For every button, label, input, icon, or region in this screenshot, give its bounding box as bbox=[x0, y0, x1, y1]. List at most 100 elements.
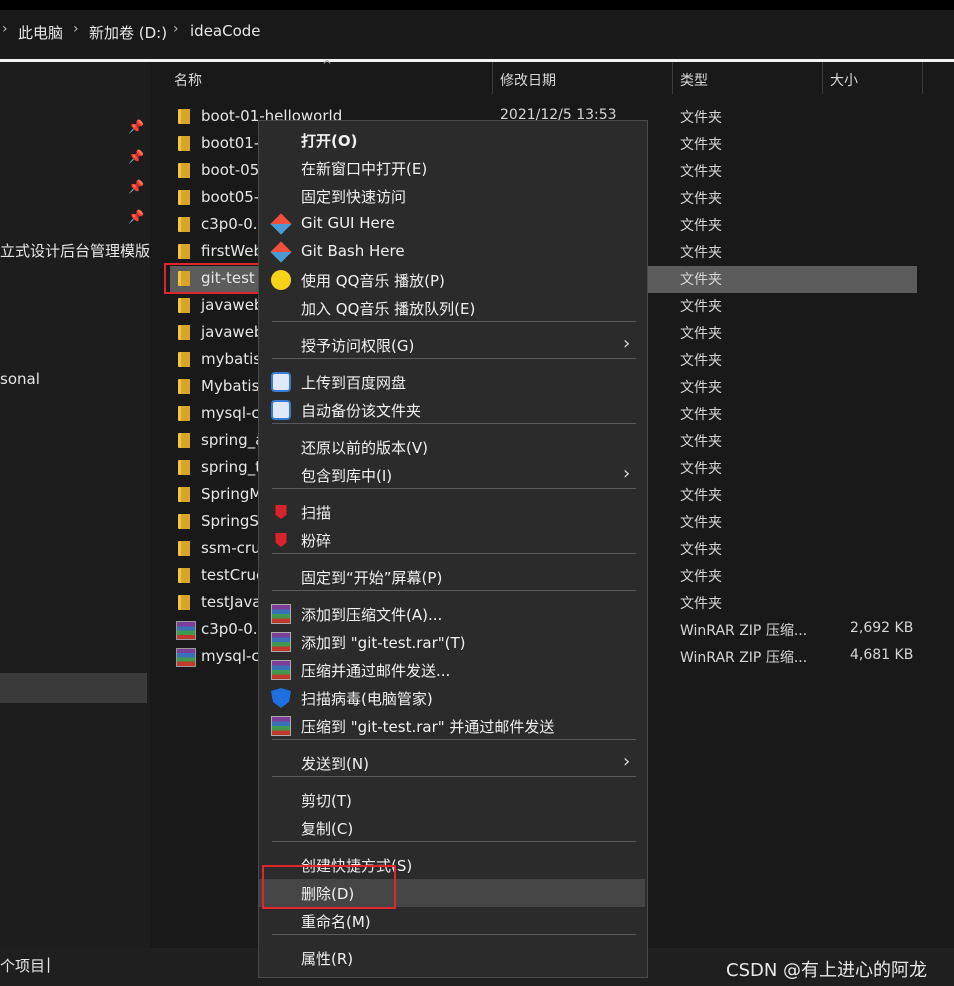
context-menu-item[interactable]: Git GUI Here bbox=[259, 210, 647, 238]
context-menu-item[interactable]: 包含到库中(I) › bbox=[259, 461, 647, 489]
context-menu-item[interactable]: 自动备份该文件夹 bbox=[259, 396, 647, 424]
column-divider[interactable] bbox=[822, 62, 823, 94]
context-menu-item[interactable]: 添加到 "git-test.rar"(T) bbox=[259, 628, 647, 656]
nav-item-selected[interactable] bbox=[0, 673, 147, 703]
column-divider[interactable] bbox=[672, 62, 673, 94]
context-menu-label: 发送到(N) bbox=[301, 755, 369, 773]
context-menu-item[interactable]: 重命名(M) bbox=[259, 907, 647, 935]
file-name[interactable]: testJava bbox=[201, 593, 262, 611]
file-name[interactable]: javaweb bbox=[201, 323, 263, 341]
folder-icon bbox=[178, 406, 190, 421]
column-header-size[interactable]: 大小 bbox=[830, 70, 858, 90]
file-name[interactable]: mysql-c bbox=[201, 404, 260, 422]
context-menu-item[interactable]: 上传到百度网盘 bbox=[259, 368, 647, 396]
context-menu-item[interactable]: 剪切(T) bbox=[259, 786, 647, 814]
pin-icon[interactable]: 📌 bbox=[128, 210, 144, 225]
context-menu-label: 添加到压缩文件(A)... bbox=[301, 606, 443, 624]
baidu-netdisk-icon bbox=[271, 400, 291, 420]
file-name[interactable]: SpringM bbox=[201, 485, 262, 503]
file-type: 文件夹 bbox=[680, 245, 722, 261]
pin-icon[interactable]: 📌 bbox=[128, 150, 144, 165]
context-menu-label: 粉碎 bbox=[301, 532, 332, 550]
file-type: 文件夹 bbox=[680, 191, 722, 207]
context-menu-label: 压缩并通过邮件发送... bbox=[301, 662, 451, 680]
context-menu-item[interactable]: 还原以前的版本(V) bbox=[259, 433, 647, 461]
column-header-type[interactable]: 类型 bbox=[680, 70, 708, 90]
folder-icon bbox=[178, 136, 190, 151]
context-menu-item[interactable]: 授予访问权限(G) › bbox=[259, 331, 647, 359]
breadcrumb-drive[interactable]: 新加卷 (D:) bbox=[89, 22, 167, 43]
file-name[interactable]: javaweb bbox=[201, 296, 263, 314]
navigation-pane[interactable]: 📌 📌 📌 📌 立式设计后台管理模版 sonal bbox=[0, 62, 150, 948]
sort-ascending-icon: ^ bbox=[322, 58, 333, 72]
context-menu-item[interactable]: 扫描 bbox=[259, 498, 647, 526]
context-menu-item[interactable]: 压缩并通过邮件发送... bbox=[259, 656, 647, 684]
breadcrumb-folder[interactable]: ideaCode bbox=[190, 22, 261, 40]
folder-icon bbox=[178, 514, 190, 529]
column-divider[interactable] bbox=[492, 62, 493, 94]
context-menu-item[interactable]: 扫描病毒(电脑管家) bbox=[259, 684, 647, 712]
folder-icon bbox=[178, 595, 190, 610]
nav-item[interactable]: sonal bbox=[0, 370, 40, 388]
context-menu-label: 打开(O) bbox=[301, 132, 358, 150]
folder-icon bbox=[178, 568, 190, 583]
column-divider[interactable] bbox=[922, 62, 923, 94]
context-menu-item[interactable]: 在新窗口中打开(E) bbox=[259, 154, 647, 182]
context-menu-item[interactable]: 发送到(N) › bbox=[259, 749, 647, 777]
file-type: 文件夹 bbox=[680, 110, 722, 126]
context-menu-item[interactable]: 添加到压缩文件(A)... bbox=[259, 600, 647, 628]
file-name[interactable]: mysql-c bbox=[201, 647, 260, 665]
nav-item[interactable]: 立式设计后台管理模版 bbox=[0, 240, 150, 261]
context-menu-label: 包含到库中(I) bbox=[301, 467, 393, 485]
item-count: 个项目 bbox=[0, 957, 46, 975]
context-menu-item[interactable]: 属性(R) bbox=[259, 944, 647, 972]
file-type: 文件夹 bbox=[680, 596, 722, 612]
file-name[interactable]: mybatis bbox=[201, 350, 261, 368]
context-menu-label: 剪切(T) bbox=[301, 792, 352, 810]
file-name[interactable]: testCruc bbox=[201, 566, 264, 584]
file-name[interactable]: boot05- bbox=[201, 188, 259, 206]
annotation-highlight-box bbox=[262, 865, 396, 909]
context-menu-item[interactable]: 粉碎 bbox=[259, 526, 647, 554]
winrar-icon bbox=[271, 660, 291, 680]
folder-icon bbox=[178, 163, 190, 178]
context-menu-label: 复制(C) bbox=[301, 820, 354, 838]
file-name[interactable]: firstWeb bbox=[201, 242, 263, 260]
context-menu-item[interactable]: 压缩到 "git-test.rar" 并通过邮件发送 bbox=[259, 712, 647, 740]
file-name[interactable]: SpringS bbox=[201, 512, 259, 530]
context-menu-item[interactable]: 固定到“开始”屏幕(P) bbox=[259, 563, 647, 591]
context-menu-label: 添加到 "git-test.rar"(T) bbox=[301, 634, 466, 652]
context-menu-label: 扫描病毒(电脑管家) bbox=[301, 690, 433, 708]
pin-icon[interactable]: 📌 bbox=[128, 180, 144, 195]
chevron-right-icon: › bbox=[623, 333, 631, 354]
file-name[interactable]: ssm-cru bbox=[201, 539, 261, 557]
file-name[interactable]: spring_t bbox=[201, 458, 261, 476]
file-name[interactable]: spring_a bbox=[201, 431, 264, 449]
winrar-icon bbox=[271, 604, 291, 624]
file-name[interactable]: boot-05 bbox=[201, 161, 259, 179]
context-menu-item[interactable]: 加入 QQ音乐 播放队列(E) bbox=[259, 294, 647, 322]
mcafee-icon bbox=[275, 533, 287, 547]
address-bar[interactable]: › 此电脑 › 新加卷 (D:) › ideaCode bbox=[0, 10, 954, 56]
qq-music-icon bbox=[271, 270, 291, 290]
chevron-right-icon: › bbox=[2, 21, 8, 37]
column-header-date[interactable]: 修改日期 bbox=[500, 70, 556, 90]
status-divider: | bbox=[46, 955, 52, 973]
zip-icon bbox=[176, 648, 196, 667]
context-menu-item[interactable]: Git Bash Here bbox=[259, 238, 647, 266]
context-menu-item[interactable]: 使用 QQ音乐 播放(P) bbox=[259, 266, 647, 294]
file-type: 文件夹 bbox=[680, 299, 722, 315]
file-name[interactable]: Mybatis bbox=[201, 377, 259, 395]
folder-icon bbox=[178, 487, 190, 502]
pin-icon[interactable]: 📌 bbox=[128, 120, 144, 135]
breadcrumb-this-pc[interactable]: 此电脑 bbox=[18, 22, 63, 43]
chevron-right-icon: › bbox=[73, 21, 79, 37]
tencent-shield-icon bbox=[271, 688, 291, 708]
file-name[interactable]: boot01- bbox=[201, 134, 259, 152]
context-menu-item[interactable]: 复制(C) bbox=[259, 814, 647, 842]
column-header-name[interactable]: 名称 bbox=[174, 70, 202, 90]
context-menu-item[interactable]: 打开(O) bbox=[259, 126, 647, 154]
context-menu-item[interactable]: 固定到快速访问 bbox=[259, 182, 647, 210]
file-type: 文件夹 bbox=[680, 326, 722, 342]
file-type: WinRAR ZIP 压缩... bbox=[680, 623, 808, 639]
